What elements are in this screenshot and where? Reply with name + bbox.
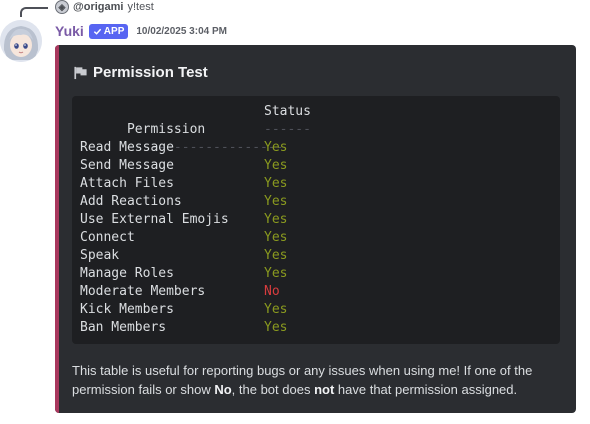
description-part2: , the bot does bbox=[231, 382, 315, 397]
embed-title-text: Permission Test bbox=[93, 63, 208, 81]
permission-status: Yes bbox=[264, 266, 288, 281]
permission-name: Use External Emojis bbox=[80, 212, 229, 227]
permission-name: Send Message bbox=[80, 158, 174, 173]
table-row: Add Reactions Yes bbox=[80, 193, 287, 211]
description-bold-not: not bbox=[314, 382, 335, 397]
app-badge: APP bbox=[88, 23, 129, 39]
table-row: Read Message Yes bbox=[80, 139, 287, 157]
reply-author[interactable]: @origami bbox=[73, 1, 123, 13]
avatar-image bbox=[0, 20, 42, 62]
reply-avatar: ◈ bbox=[55, 0, 69, 14]
table-row: Attach Files Yes bbox=[80, 175, 287, 193]
reply-reference[interactable]: ◈ @origami y!test bbox=[55, 0, 154, 14]
permission-name: Ban Members bbox=[80, 320, 167, 335]
avatar[interactable] bbox=[0, 20, 42, 62]
description-part3: have that permission assigned. bbox=[334, 382, 518, 397]
embed: Permission Test Permission Status ------… bbox=[55, 45, 576, 413]
embed-accent-bar bbox=[55, 45, 59, 413]
table-divider: -------------------- ------ bbox=[80, 121, 311, 155]
table-row: Ban Members Yes bbox=[80, 319, 287, 337]
permission-table: Permission Status -------------------- -… bbox=[72, 96, 560, 344]
table-row: Moderate Members No bbox=[80, 283, 280, 301]
timestamp[interactable]: 10/02/2025 3:04 PM bbox=[136, 26, 227, 37]
permission-name: Connect bbox=[80, 230, 135, 245]
permission-name: Speak bbox=[80, 248, 120, 263]
permission-status: No bbox=[264, 284, 280, 299]
table-row: Kick Members Yes bbox=[80, 301, 287, 319]
permission-status: Yes bbox=[264, 320, 288, 335]
message-header: Yuki APP 10/02/2025 3:04 PM bbox=[55, 22, 227, 40]
permission-name: Add Reactions bbox=[80, 194, 182, 209]
table-row: Speak Yes bbox=[80, 247, 287, 265]
check-icon bbox=[93, 28, 101, 35]
permission-status: Yes bbox=[264, 230, 288, 245]
embed-description: This table is useful for reporting bugs … bbox=[72, 361, 562, 399]
table-row: Connect Yes bbox=[80, 229, 287, 247]
divider-status: ------ bbox=[264, 122, 311, 137]
permission-status: Yes bbox=[264, 194, 288, 209]
permission-status: Yes bbox=[264, 176, 288, 191]
permission-status: Yes bbox=[264, 158, 288, 173]
permission-name: Read Message bbox=[80, 140, 174, 155]
header-status: Status bbox=[264, 104, 311, 119]
permission-name: Kick Members bbox=[80, 302, 174, 317]
description-bold-no: No bbox=[214, 382, 232, 397]
permission-status: Yes bbox=[264, 302, 288, 317]
permission-status: Yes bbox=[264, 212, 288, 227]
table-row: Send Message Yes bbox=[80, 157, 287, 175]
reply-connector bbox=[20, 7, 48, 17]
permission-status: Yes bbox=[264, 140, 288, 155]
app-badge-label: APP bbox=[103, 25, 125, 37]
username[interactable]: Yuki bbox=[55, 23, 84, 39]
embed-title: Permission Test bbox=[73, 62, 208, 82]
flag-icon bbox=[74, 66, 87, 79]
permission-name: Moderate Members bbox=[80, 284, 206, 299]
permission-status: Yes bbox=[264, 248, 288, 263]
reply-text: y!test bbox=[127, 1, 154, 13]
permission-name: Attach Files bbox=[80, 176, 174, 191]
permission-name: Manage Roles bbox=[80, 266, 174, 281]
table-row: Manage Roles Yes bbox=[80, 265, 287, 283]
table-row: Use External Emojis Yes bbox=[80, 211, 287, 229]
table-header: Permission Status bbox=[80, 103, 311, 137]
